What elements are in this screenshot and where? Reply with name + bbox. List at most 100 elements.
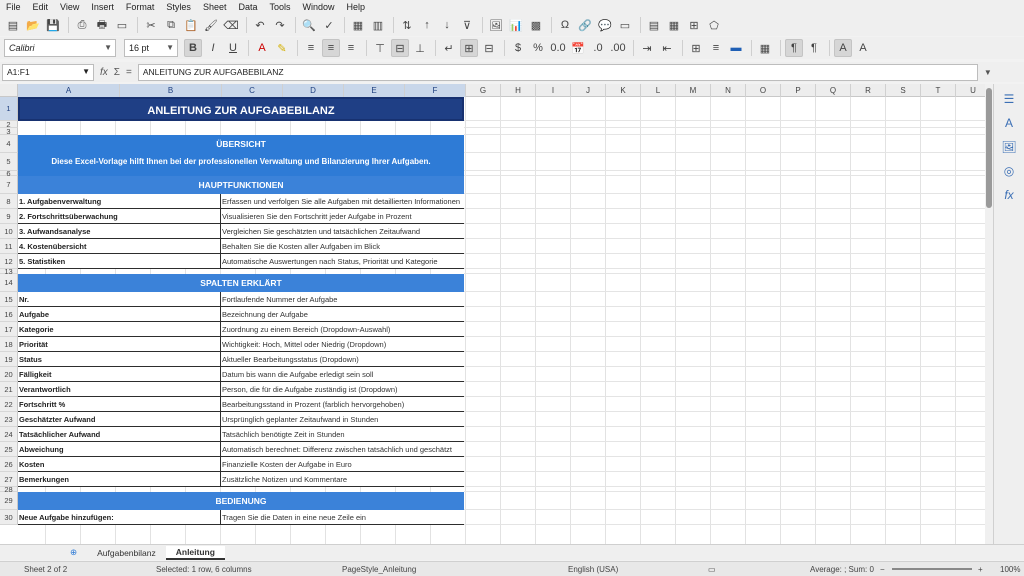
row-header[interactable]: 18 <box>0 337 18 352</box>
undo-icon[interactable]: ↶ <box>251 16 269 34</box>
border-style-icon[interactable]: ≡ <box>707 39 725 57</box>
column-header-p[interactable]: P <box>781 84 816 97</box>
column-header-i[interactable]: I <box>536 84 571 97</box>
print-icon[interactable]: 🖶 <box>93 16 111 34</box>
highlight-color-icon[interactable]: ✎ <box>273 39 291 57</box>
zoom-slider[interactable] <box>892 568 972 570</box>
menu-tools[interactable]: Tools <box>269 2 290 12</box>
currency-format-icon[interactable]: $ <box>509 39 527 57</box>
pivot-table-icon[interactable]: ▩ <box>527 16 545 34</box>
row-value-cell[interactable]: Behalten Sie die Kosten aller Aufgaben i… <box>221 239 464 253</box>
column-header-e[interactable]: E <box>344 84 405 97</box>
row-value-cell[interactable]: Bezeichnung der Aufgabe <box>221 307 464 321</box>
border-color-icon[interactable]: ▬ <box>727 39 745 57</box>
redo-icon[interactable]: ↷ <box>271 16 289 34</box>
table-row[interactable]: Geschätzter Aufwand Ursprünglich geplante… <box>18 412 464 427</box>
table-row[interactable]: Kosten Finanzielle Kosten der Aufgabe in … <box>18 457 464 472</box>
row-key-cell[interactable]: Status <box>18 352 221 366</box>
menu-view[interactable]: View <box>60 2 79 12</box>
table-row[interactable]: 5. Statistiken Automatische Auswertungen … <box>18 254 464 269</box>
table-row[interactable]: Aufgabe Bezeichnung der Aufgabe <box>18 307 464 322</box>
row-header[interactable]: 30 <box>0 510 18 525</box>
row-key-cell[interactable]: Kosten <box>18 457 221 471</box>
row-value-cell[interactable]: Zuordnung zu einem Bereich (Dropdown-Aus… <box>221 322 464 336</box>
text-orientation-icon[interactable]: A <box>834 39 852 57</box>
selection-mode-icon[interactable]: ▭ <box>708 565 716 574</box>
italic-icon[interactable]: I <box>204 39 222 57</box>
row-key-cell[interactable]: Fortschritt % <box>18 397 221 411</box>
clone-formatting-icon[interactable]: 🖌 <box>202 16 220 34</box>
align-top-icon[interactable]: ⊤ <box>371 39 389 57</box>
column-header-a[interactable]: A <box>18 84 120 97</box>
gallery-icon[interactable]: 🖼 <box>1000 138 1018 156</box>
scrollbar-thumb[interactable] <box>986 88 992 208</box>
overview-header-cell[interactable]: ÜBERSICHT <box>18 135 464 153</box>
row-value-cell[interactable]: Tatsächlich benötigte Zeit in Stunden <box>221 427 464 441</box>
menu-format[interactable]: Format <box>126 2 155 12</box>
table-row[interactable]: Verantwortlich Person, die für die Aufgab… <box>18 382 464 397</box>
table-row[interactable]: Status Aktueller Bearbeitungsstatus (Drop… <box>18 352 464 367</box>
table-row[interactable]: Tatsächlicher Aufwand Tatsächlich benötig… <box>18 427 464 442</box>
date-format-icon[interactable]: 📅 <box>569 39 587 57</box>
row-header[interactable]: 22 <box>0 397 18 412</box>
navigator-icon[interactable]: ◎ <box>1000 162 1018 180</box>
row-key-cell[interactable]: Kategorie <box>18 322 221 336</box>
menu-edit[interactable]: Edit <box>33 2 49 12</box>
cut-icon[interactable]: ✂ <box>142 16 160 34</box>
select-all-corner[interactable] <box>0 84 18 97</box>
row-key-cell[interactable]: 5. Statistiken <box>18 254 221 268</box>
row-value-cell[interactable]: Automatisch berechnet: Differenz zwische… <box>221 442 464 456</box>
menu-insert[interactable]: Insert <box>91 2 114 12</box>
functions-header-cell[interactable]: HAUPTFUNKTIONEN <box>18 176 464 194</box>
sum-icon[interactable]: Σ <box>114 67 120 78</box>
row-header[interactable]: 17 <box>0 322 18 337</box>
function-wizard-icon[interactable]: fx <box>100 67 108 78</box>
copy-icon[interactable]: ⧉ <box>162 16 180 34</box>
font-color-icon[interactable]: A <box>253 39 271 57</box>
row-value-cell[interactable]: Ursprünglich geplanter Zeitaufwand in St… <box>221 412 464 426</box>
column-header-j[interactable]: J <box>571 84 606 97</box>
show-draw-functions-icon[interactable]: ⬠ <box>705 16 723 34</box>
row-header[interactable]: 4 <box>0 135 18 153</box>
row-header[interactable]: 15 <box>0 292 18 307</box>
column-header-g[interactable]: G <box>466 84 501 97</box>
special-character-icon[interactable]: Ω <box>556 16 574 34</box>
column-header-m[interactable]: M <box>676 84 711 97</box>
properties-icon[interactable]: ☰ <box>1000 90 1018 108</box>
delete-decimal-icon[interactable]: .00 <box>609 39 627 57</box>
open-folder-icon[interactable]: 📂 <box>24 16 42 34</box>
table-row[interactable]: Fortschritt % Bearbeitungsstand in Prozen… <box>18 397 464 412</box>
freeze-rows-columns-icon[interactable]: ▦ <box>665 16 683 34</box>
row-header[interactable]: 29 <box>0 492 18 510</box>
print-preview-icon[interactable]: ▭ <box>113 16 131 34</box>
table-row[interactable]: Neue Aufgabe hinzufügen: Tragen Sie die D… <box>18 510 464 525</box>
number-format-icon[interactable]: 0.0 <box>549 39 567 57</box>
headers-footers-icon[interactable]: ▭ <box>616 16 634 34</box>
comment-icon[interactable]: 💬 <box>596 16 614 34</box>
row-key-cell[interactable]: 1. Aufgabenverwaltung <box>18 194 221 208</box>
column-header-b[interactable]: B <box>120 84 222 97</box>
right-to-left-icon[interactable]: ¶ <box>805 39 823 57</box>
overview-text-cell[interactable]: Diese Excel-Vorlage hilft Ihnen bei der … <box>18 153 464 171</box>
add-sheet-button[interactable]: ⊕ <box>60 546 87 560</box>
row-key-cell[interactable]: 3. Aufwandsanalyse <box>18 224 221 238</box>
new-document-icon[interactable]: ▤ <box>4 16 22 34</box>
formula-input[interactable]: ANLEITUNG ZUR AUFGABEBILANZ <box>137 63 978 81</box>
zoom-out-icon[interactable]: − <box>880 565 885 574</box>
save-icon[interactable]: 💾 <box>44 16 62 34</box>
row-key-cell[interactable]: Nr. <box>18 292 221 306</box>
align-center-icon[interactable]: ≡ <box>322 39 340 57</box>
functions-icon[interactable]: fx <box>1000 186 1018 204</box>
menu-styles[interactable]: Styles <box>166 2 191 12</box>
center-vertically-icon[interactable]: ⊟ <box>391 39 409 57</box>
row-value-cell[interactable]: Aktueller Bearbeitungsstatus (Dropdown) <box>221 352 464 366</box>
menu-help[interactable]: Help <box>347 2 366 12</box>
wrap-text-icon[interactable]: ↵ <box>440 39 458 57</box>
menu-sheet[interactable]: Sheet <box>203 2 227 12</box>
column-header-d[interactable]: D <box>283 84 344 97</box>
clear-formatting-icon[interactable]: ⌫ <box>222 16 240 34</box>
spelling-icon[interactable]: ✓ <box>320 16 338 34</box>
table-row[interactable]: 1. Aufgabenverwaltung Erfassen und verfol… <box>18 194 464 209</box>
column-header-s[interactable]: S <box>886 84 921 97</box>
row-key-cell[interactable]: Verantwortlich <box>18 382 221 396</box>
